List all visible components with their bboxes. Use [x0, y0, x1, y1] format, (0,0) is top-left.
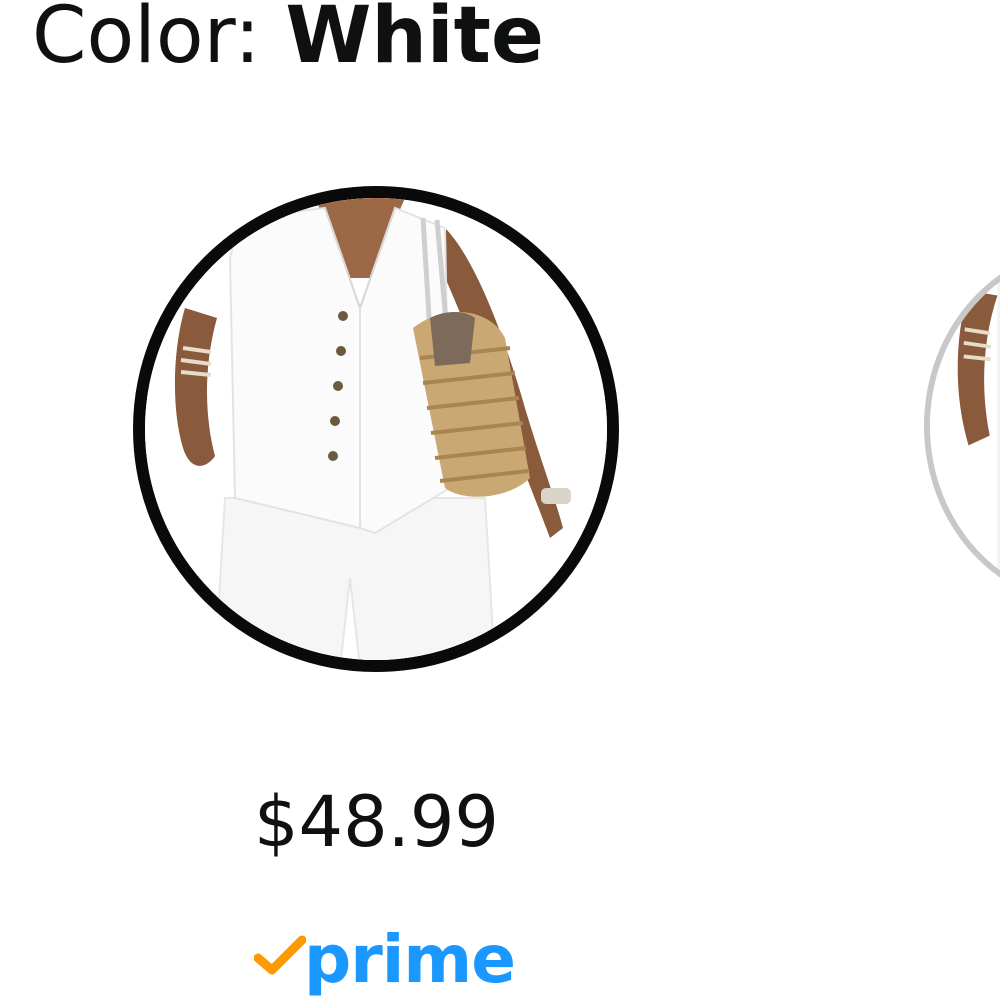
- prime-badge: prime: [254, 918, 516, 1000]
- color-heading: Color: White: [32, 0, 544, 86]
- outfit-white-vest-image: [145, 198, 607, 660]
- prime-label: prime: [304, 921, 516, 998]
- selected-color-value: White: [285, 0, 544, 81]
- prime-check-icon: [254, 935, 306, 975]
- outfit-partial-image: [930, 252, 1000, 600]
- color-swatch-white[interactable]: [133, 186, 619, 672]
- color-swatch-next[interactable]: [924, 246, 1000, 606]
- color-label: Color:: [32, 0, 286, 81]
- color-variation-panel: Color: White $48.99 prime: [0, 0, 1000, 1000]
- variation-price: $48.99: [254, 781, 499, 863]
